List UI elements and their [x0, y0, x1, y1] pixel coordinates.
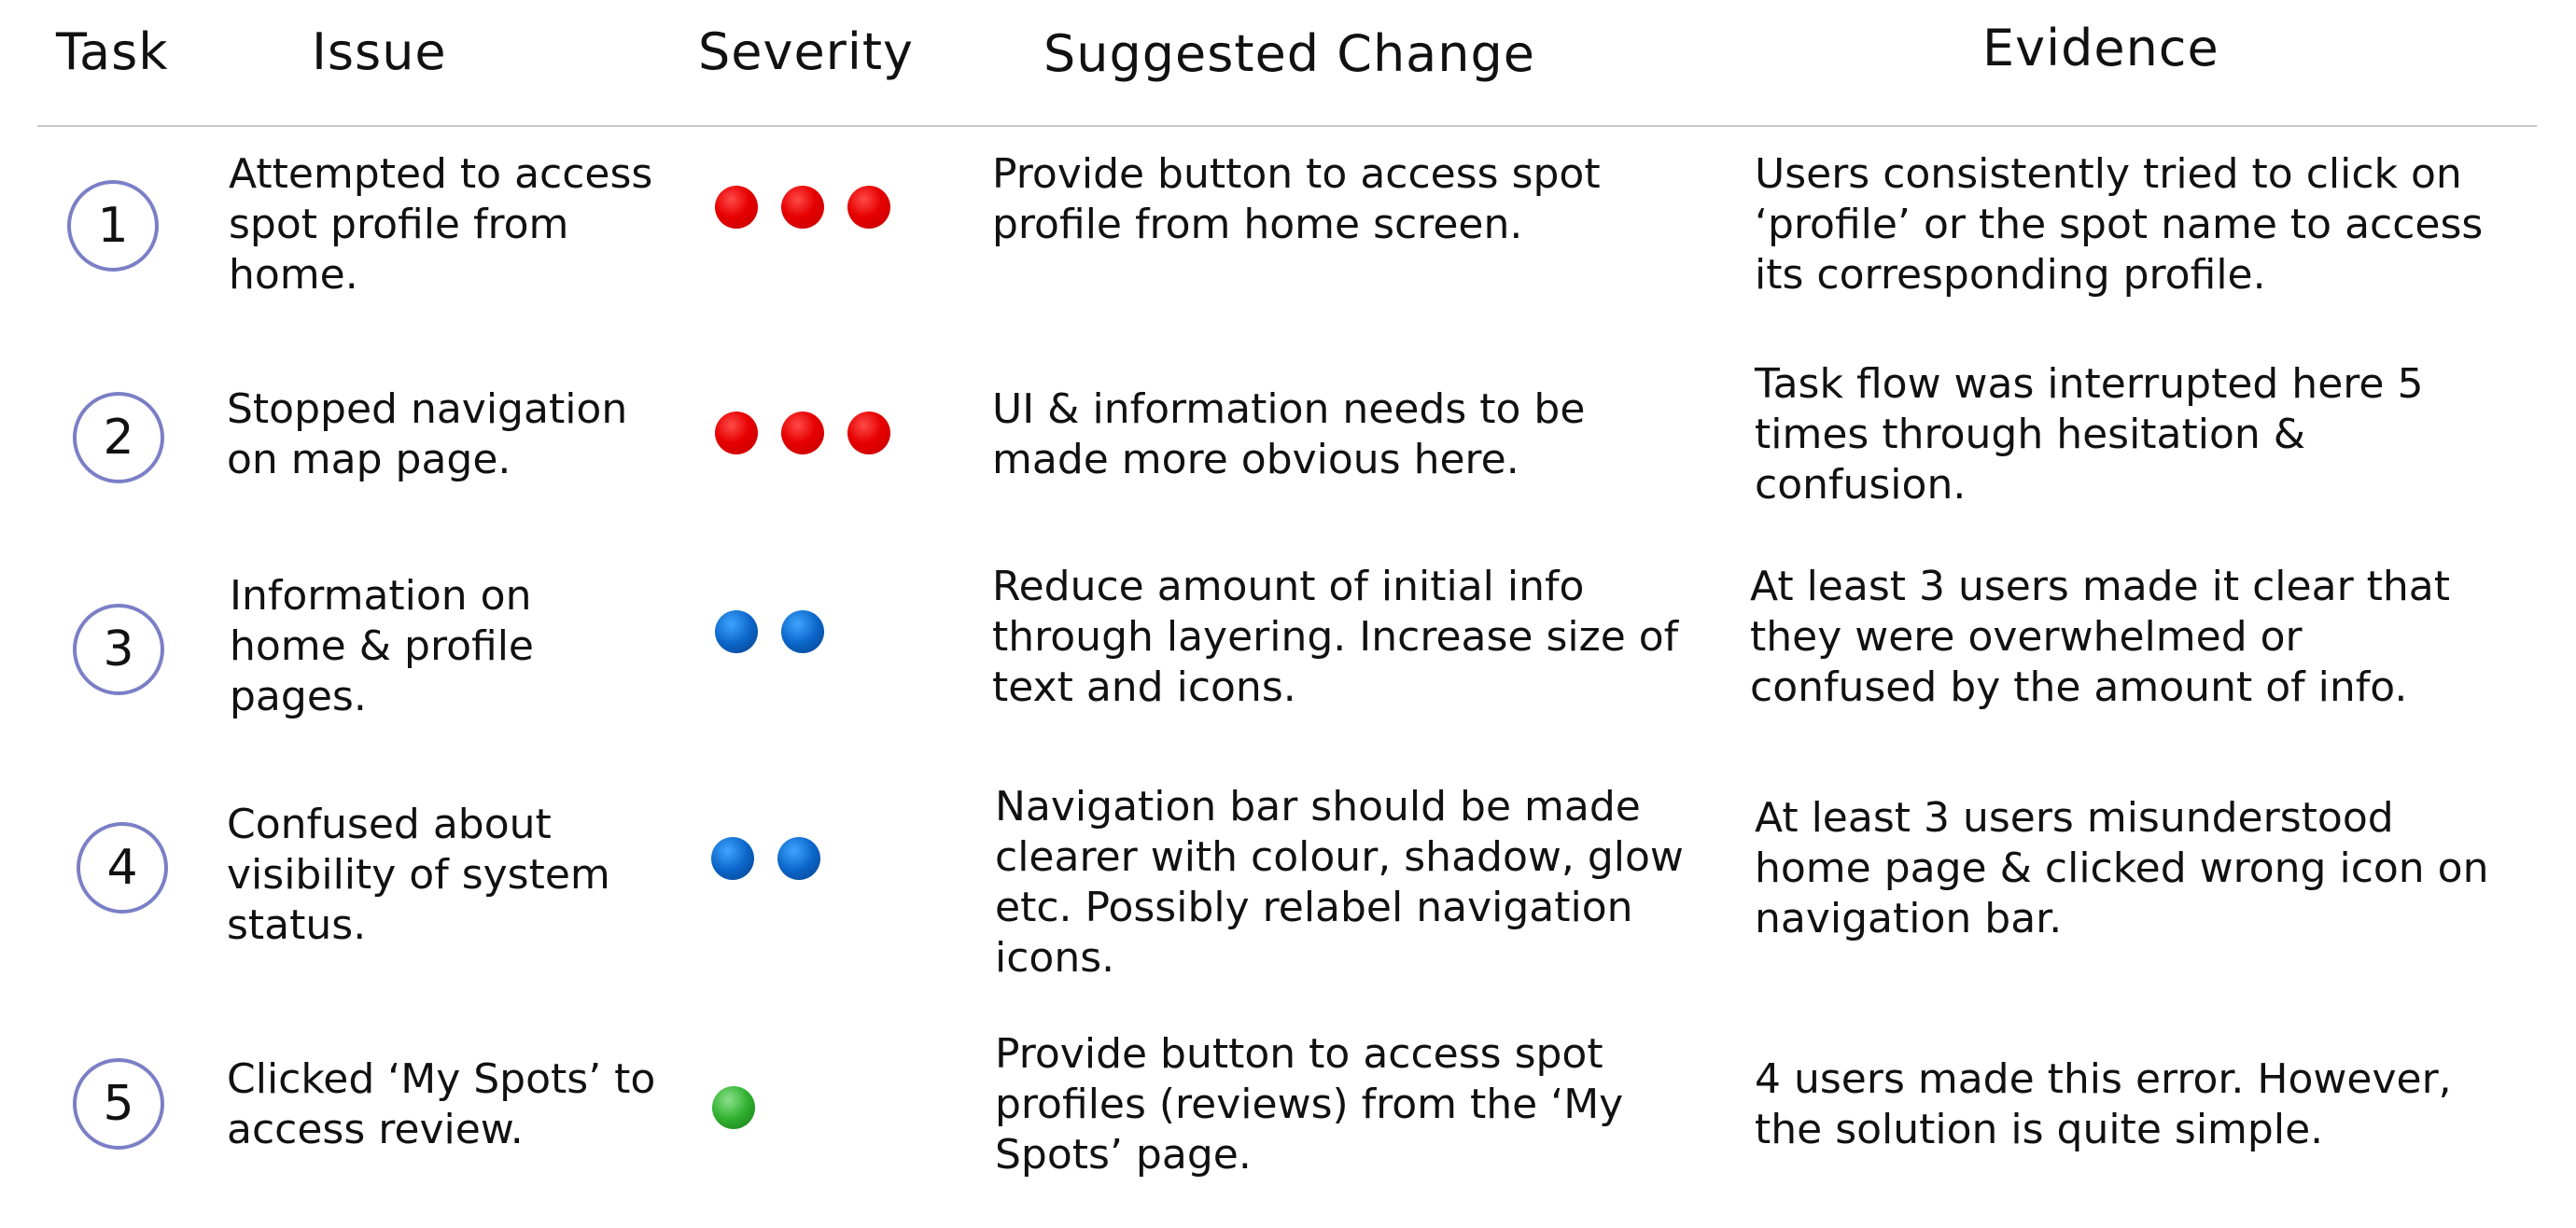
severity-dot-high [847, 186, 890, 229]
header-task: Task [56, 22, 169, 81]
suggested-change-text: Provide button to access spot profiles (… [995, 1030, 1624, 1179]
severity-rating [715, 609, 847, 654]
header-divider [37, 125, 2537, 127]
severity-rating [715, 185, 914, 230]
header-issue: Issue [312, 22, 447, 81]
evidence-text: At least 3 users misunderstood home page… [1755, 794, 2489, 942]
issue-text: Stopped navigation on map page. [227, 385, 628, 483]
severity-dot-medium [715, 610, 758, 653]
suggested-change-text: Provide button to access spot profile fr… [992, 150, 1601, 248]
suggested-change-text: UI & information needs to be made more o… [992, 385, 1586, 483]
severity-dot-medium [777, 837, 820, 880]
evidence-text: 4 users made this error. However, the so… [1755, 1055, 2452, 1153]
severity-dot-medium [711, 837, 754, 880]
issue-text: Confused about visibility of system stat… [227, 801, 610, 949]
evidence-text: Users consistently tried to click on ‘pr… [1755, 150, 2484, 299]
severity-dot-high [847, 412, 890, 454]
task-number-badge: 1 [67, 180, 159, 272]
task-number-badge: 4 [77, 822, 168, 914]
header-suggested-change: Suggested Change [1043, 24, 1535, 83]
header-severity: Severity [698, 22, 915, 81]
task-number-badge: 3 [73, 604, 164, 695]
task-number-badge: 2 [73, 392, 164, 483]
suggested-change-text: Navigation bar should be made clearer wi… [995, 783, 1684, 982]
severity-rating [715, 411, 914, 455]
severity-dot-high [781, 186, 824, 229]
evidence-text: At least 3 users made it clear that they… [1750, 563, 2450, 711]
severity-dot-medium [781, 610, 824, 653]
severity-dot-high [715, 186, 758, 229]
severity-dot-high [715, 412, 758, 454]
evidence-text: Task flow was interrupted here 5 times t… [1755, 360, 2424, 509]
header-evidence: Evidence [1982, 19, 2219, 77]
severity-dot-high [781, 412, 824, 454]
issue-text: Clicked ‘My Spots’ to access review. [227, 1055, 656, 1153]
severity-rating [712, 1085, 778, 1130]
issue-text: Attempted to access spot profile from ho… [229, 150, 653, 299]
task-number-badge: 5 [73, 1058, 164, 1150]
severity-rating [711, 836, 844, 881]
issue-text: Information on home & profile pages. [230, 572, 535, 720]
severity-dot-low [712, 1086, 755, 1129]
suggested-change-text: Reduce amount of initial info through la… [992, 563, 1679, 711]
